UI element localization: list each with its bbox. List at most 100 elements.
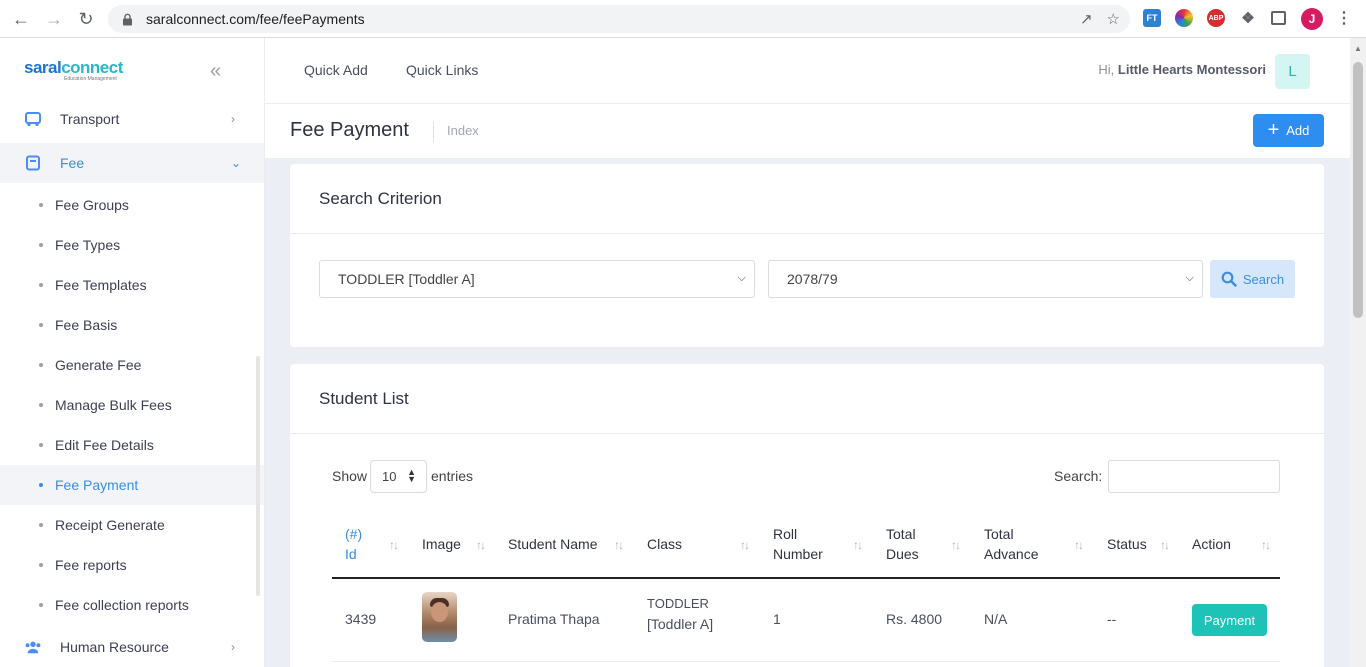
column-header-status[interactable]: Status (1107, 534, 1147, 554)
column-header-total-advance[interactable]: Total Advance (984, 524, 1038, 564)
sidebar-item-label: Transport (60, 111, 120, 127)
address-bar[interactable]: saralconnect.com/fee/feePayments ↗ ☆ (108, 5, 1130, 33)
cell-status: -- (1107, 611, 1117, 627)
extensions-puzzle-icon[interactable]: ❖ (1239, 9, 1257, 27)
sort-icon[interactable]: ↑↓ (476, 538, 486, 552)
quick-links-link[interactable]: Quick Links (406, 62, 478, 78)
sidebar-item-fee[interactable]: Fee ⌄ (0, 143, 264, 183)
cell-class: TODDLER [Toddler A] (647, 594, 713, 634)
sidebar-subitem-fee-reports[interactable]: Fee reports (0, 545, 264, 585)
plus-icon: + (1267, 118, 1280, 141)
column-header-total-dues[interactable]: Total Dues (886, 524, 919, 564)
sidebar-subitem-generate-fee[interactable]: Generate Fee (0, 345, 264, 385)
cell-class-line: TODDLER (647, 596, 709, 611)
year-select-value: 2078/79 (787, 271, 838, 287)
sidebar-item-transport[interactable]: Transport › (0, 99, 264, 139)
class-select[interactable]: TODDLER [Toddler A] ⌵ (319, 260, 755, 298)
sidebar-scrollbar[interactable] (256, 356, 260, 596)
logo-text-a: saral (24, 58, 62, 77)
extension-abp-icon[interactable]: ABP (1207, 9, 1225, 27)
side-panel-icon[interactable] (1271, 11, 1286, 25)
add-button[interactable]: + Add (1253, 114, 1324, 147)
cell-roll-number: 1 (773, 611, 781, 627)
sort-icon[interactable]: ↑↓ (853, 538, 863, 552)
sidebar-item-human-resource[interactable]: Human Resource › (0, 627, 264, 667)
column-header-class[interactable]: Class (647, 534, 682, 554)
sidebar-subitem-fee-basis[interactable]: Fee Basis (0, 305, 264, 345)
reload-icon[interactable]: ↻ (75, 8, 97, 30)
column-header-student-name[interactable]: Student Name (508, 534, 598, 554)
extension-color-icon[interactable] (1175, 9, 1193, 27)
cell-total-dues: Rs. 4800 (886, 611, 943, 627)
sort-icon[interactable]: ↑↓ (951, 538, 961, 552)
sort-icon[interactable]: ↑↓ (1074, 538, 1084, 552)
browser-menu-icon[interactable]: ⋮ (1335, 9, 1353, 27)
sidebar-subitem-fee-payment[interactable]: Fee Payment (0, 465, 264, 505)
sidebar-subitem-label: Fee reports (55, 557, 127, 573)
header-text: Total (984, 526, 1014, 542)
bus-icon (24, 110, 42, 128)
logo[interactable]: saralconnect Education Management (24, 58, 124, 86)
show-label: Show (332, 468, 368, 484)
chevron-down-icon: ⌵ (1185, 272, 1194, 284)
search-criterion-card: Search Criterion TODDLER [Toddler A] ⌵ 2… (290, 164, 1324, 347)
sort-icon[interactable]: ↑↓ (389, 538, 399, 552)
search-button-label: Search (1242, 271, 1285, 287)
sidebar-subitem-edit-fee-details[interactable]: Edit Fee Details (0, 425, 264, 465)
student-list-card: Student List Show 10 ▲ ▼ entries Search: … (290, 364, 1324, 667)
table-search-input[interactable] (1108, 460, 1280, 493)
column-header-id[interactable]: (#) Id (345, 524, 362, 564)
payment-button[interactable]: Payment (1192, 604, 1267, 636)
header-text: Dues (886, 546, 919, 562)
cell-student-name: Pratima Thapa (508, 611, 600, 627)
collapse-sidebar-icon[interactable]: « (210, 60, 221, 83)
bookmark-star-icon[interactable]: ☆ (1107, 10, 1120, 28)
column-header-roll-number[interactable]: Roll Number (773, 524, 823, 564)
sidebar-subitem-label: Fee collection reports (55, 597, 189, 613)
header-text: Advance (984, 546, 1039, 562)
chevron-down-icon: ⌵ (737, 272, 746, 284)
top-header: Quick Add Quick Links Hi, Little Hearts … (265, 38, 1350, 104)
header-text: Id (345, 546, 357, 562)
avatar[interactable]: L (1275, 54, 1310, 89)
sort-icon[interactable]: ↑↓ (1160, 538, 1170, 552)
entries-label: entries (431, 468, 474, 484)
user-name[interactable]: Little Hearts Montessori (1118, 62, 1266, 77)
column-header-image[interactable]: Image (422, 534, 461, 554)
sort-icon[interactable]: ↑↓ (1261, 538, 1271, 552)
sidebar-item-label: Fee (60, 155, 85, 171)
sort-icon[interactable]: ↑↓ (614, 538, 624, 552)
sidebar-subitem-fee-templates[interactable]: Fee Templates (0, 265, 264, 305)
share-icon[interactable]: ↗ (1080, 10, 1093, 28)
scrollbar-thumb[interactable] (1353, 62, 1363, 318)
sidebar-item-label: Human Resource (60, 639, 169, 655)
quick-add-link[interactable]: Quick Add (304, 62, 368, 78)
book-icon (24, 154, 42, 172)
sort-icon[interactable]: ↑↓ (740, 538, 750, 552)
header-text: Roll (773, 526, 798, 542)
entries-length-select[interactable]: 10 ▲ ▼ (370, 460, 427, 493)
header-text: Total (886, 526, 916, 542)
page-scrollbar[interactable]: ▲ (1350, 38, 1366, 667)
column-header-action[interactable]: Action (1192, 534, 1231, 554)
sidebar-subitem-label: Receipt Generate (55, 517, 165, 533)
year-select[interactable]: 2078/79 ⌵ (768, 260, 1203, 298)
search-button[interactable]: Search (1210, 260, 1295, 298)
sidebar-subitem-label: Fee Groups (55, 197, 129, 213)
back-icon[interactable]: ← (10, 8, 32, 30)
profile-avatar[interactable]: J (1301, 8, 1323, 30)
sidebar-subitem-label: Fee Templates (55, 277, 147, 293)
extension-ft-icon[interactable]: FT (1143, 9, 1161, 27)
sidebar-subitem-fee-collection-reports[interactable]: Fee collection reports (0, 585, 264, 625)
add-button-label: Add (1286, 123, 1310, 138)
search-icon (1221, 271, 1237, 287)
logo-tagline: Education Management (64, 76, 117, 82)
lock-icon (120, 12, 134, 26)
scroll-up-icon[interactable]: ▲ (1354, 44, 1362, 53)
cell-total-advance: N/A (984, 611, 1008, 627)
sidebar-subitem-manage-bulk-fees[interactable]: Manage Bulk Fees (0, 385, 264, 425)
forward-icon[interactable]: → (43, 8, 65, 30)
sidebar-subitem-fee-types[interactable]: Fee Types (0, 225, 264, 265)
sidebar-subitem-fee-groups[interactable]: Fee Groups (0, 185, 264, 225)
sidebar-subitem-receipt-generate[interactable]: Receipt Generate (0, 505, 264, 545)
